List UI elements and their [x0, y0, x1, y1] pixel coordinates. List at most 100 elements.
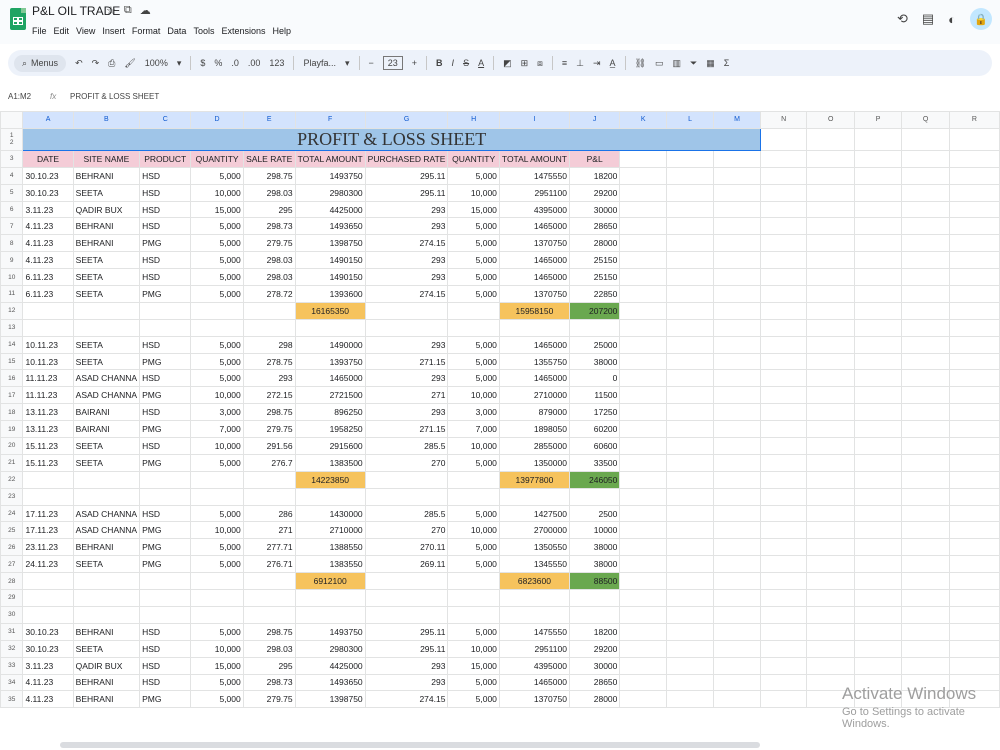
cell[interactable]	[447, 605, 500, 624]
cell[interactable]: 10,000	[190, 437, 244, 455]
cell[interactable]: 5,000	[447, 285, 500, 303]
cell[interactable]	[619, 335, 667, 354]
print-icon[interactable]: ⎙	[108, 58, 115, 69]
cell[interactable]: 271	[364, 386, 449, 405]
cell[interactable]	[665, 420, 715, 439]
cell[interactable]: 1465000	[498, 335, 570, 354]
row-header[interactable]: 35	[0, 690, 24, 709]
cell[interactable]: 298.03	[242, 183, 296, 202]
cell[interactable]	[22, 470, 74, 489]
cell[interactable]: 298.03	[242, 251, 296, 270]
cell[interactable]: 274.15	[364, 690, 449, 709]
row-header[interactable]: 29	[0, 589, 24, 607]
chevron-down-icon[interactable]: ▾	[177, 58, 182, 69]
cell[interactable]	[665, 504, 715, 523]
cell[interactable]: SEETA	[72, 285, 141, 303]
cell[interactable]	[948, 251, 1000, 270]
cell[interactable]	[948, 420, 1000, 439]
cell[interactable]	[713, 622, 761, 641]
cell[interactable]: 5,000	[447, 555, 500, 574]
insert-chart-icon[interactable]: ▥	[673, 58, 682, 69]
cell[interactable]: 17250	[568, 403, 621, 422]
cell[interactable]	[901, 622, 950, 641]
cell[interactable]	[568, 487, 621, 506]
cell[interactable]	[853, 386, 903, 405]
cell[interactable]: 5,000	[447, 538, 500, 557]
cell[interactable]: 1490150	[294, 268, 366, 287]
cell[interactable]	[948, 352, 1000, 371]
cell[interactable]	[619, 149, 667, 168]
cell[interactable]	[806, 127, 855, 151]
cell[interactable]: 270.11	[364, 538, 449, 557]
cell[interactable]: 18200	[568, 622, 621, 641]
cell[interactable]: 15,000	[447, 656, 500, 675]
cell[interactable]: 13.11.23	[22, 403, 74, 422]
column-title-cell[interactable]: SALE RATE	[242, 149, 296, 168]
cell[interactable]: 1350000	[498, 453, 570, 472]
cell[interactable]	[665, 487, 715, 506]
cell[interactable]: 293	[364, 217, 449, 236]
cell[interactable]	[665, 656, 715, 675]
cell[interactable]	[853, 318, 903, 337]
cell[interactable]	[948, 656, 1000, 675]
cell[interactable]	[619, 183, 667, 202]
cell[interactable]	[759, 127, 808, 151]
cell[interactable]	[901, 127, 950, 151]
functions-icon[interactable]: Σ	[724, 58, 730, 68]
cell[interactable]	[759, 487, 808, 506]
cell[interactable]: 4395000	[498, 656, 570, 675]
total-amount-cell[interactable]: 15958150	[498, 301, 570, 320]
cell[interactable]	[948, 166, 1000, 185]
formula-input[interactable]: PROFIT & LOSS SHEET	[66, 92, 159, 101]
cell[interactable]	[498, 487, 570, 506]
column-title-cell[interactable]: PURCHASED RATE	[364, 149, 449, 168]
column-header-b[interactable]: B	[72, 111, 141, 129]
cell[interactable]	[619, 656, 667, 675]
cell[interactable]: 30.10.23	[22, 183, 74, 202]
cell[interactable]	[806, 504, 855, 523]
cell[interactable]: 1465000	[294, 369, 366, 388]
cell[interactable]: 13.11.23	[22, 420, 74, 439]
cell[interactable]	[806, 470, 855, 489]
cell[interactable]	[853, 420, 903, 439]
cell[interactable]	[22, 301, 74, 320]
cell[interactable]	[806, 572, 855, 591]
cell[interactable]	[665, 555, 715, 574]
cell[interactable]	[901, 301, 950, 320]
cell[interactable]: QADIR BUX	[72, 200, 141, 219]
cell[interactable]	[713, 335, 761, 354]
column-header-k[interactable]: K	[619, 111, 667, 129]
cell[interactable]: 5,000	[447, 251, 500, 270]
cell[interactable]	[759, 251, 808, 270]
cell[interactable]: 293	[364, 369, 449, 388]
column-header-l[interactable]: L	[665, 111, 715, 129]
cell[interactable]	[713, 251, 761, 270]
cell[interactable]	[713, 403, 761, 422]
horizontal-scrollbar[interactable]	[60, 742, 760, 748]
total-amount-cell[interactable]: 13977800	[498, 470, 570, 489]
cell[interactable]	[713, 166, 761, 185]
row-header[interactable]: 20	[0, 437, 24, 455]
cell[interactable]: 15.11.23	[22, 437, 74, 455]
cell[interactable]: 1475550	[498, 166, 570, 185]
cell[interactable]	[242, 470, 296, 489]
cell[interactable]	[853, 639, 903, 658]
cell[interactable]: 30000	[568, 656, 621, 675]
cell[interactable]: 5,000	[447, 217, 500, 236]
cell[interactable]	[665, 453, 715, 472]
cell[interactable]	[713, 149, 761, 168]
cell[interactable]	[901, 470, 950, 489]
cell[interactable]: SEETA	[72, 183, 141, 202]
cell[interactable]	[568, 589, 621, 607]
cell[interactable]: 295.11	[364, 183, 449, 202]
cell[interactable]	[901, 268, 950, 287]
cell[interactable]: 1475550	[498, 622, 570, 641]
cell[interactable]: 6.11.23	[22, 268, 74, 287]
cell[interactable]	[948, 589, 1000, 607]
cell[interactable]	[619, 622, 667, 641]
cell[interactable]	[713, 437, 761, 455]
cell[interactable]: 5,000	[447, 166, 500, 185]
cell[interactable]	[948, 200, 1000, 219]
cell[interactable]	[447, 572, 500, 591]
cell[interactable]	[806, 420, 855, 439]
